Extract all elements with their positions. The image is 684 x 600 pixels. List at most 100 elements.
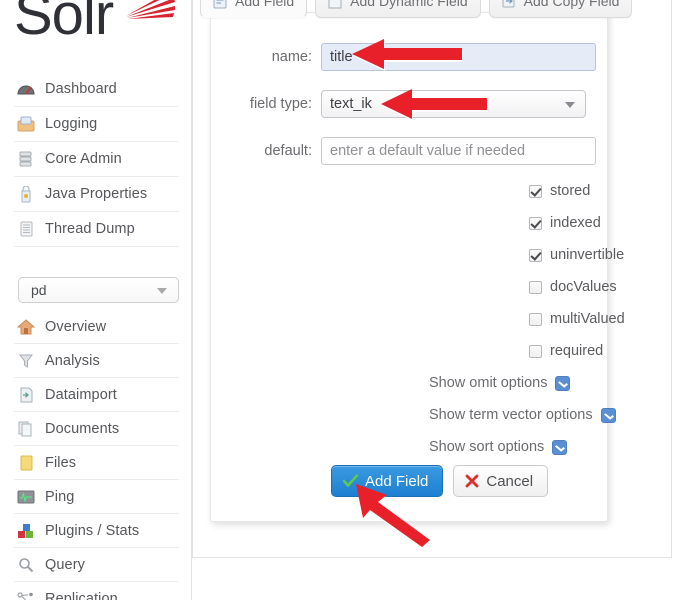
add-field-button-label: Add Field [365, 472, 429, 490]
checkbox-row-stored[interactable]: stored [529, 183, 590, 199]
add-field-icon [211, 0, 229, 10]
show-option-label: Show omit options [429, 375, 548, 391]
checkbox-label: docValues [550, 279, 617, 295]
checkbox-row-indexed[interactable]: indexed [529, 215, 601, 231]
show-term-vector-options-row[interactable]: Show term vector options [429, 407, 616, 423]
sidebar-item-label: Overview [45, 318, 107, 335]
sidebar-item-thread-dump[interactable]: Thread Dump [14, 212, 179, 247]
dashboard-icon [14, 78, 38, 100]
multivalued-checkbox[interactable] [529, 312, 542, 326]
sidebar-item-label: Logging [45, 116, 98, 132]
sidebar-item-label: Replication [45, 591, 118, 600]
checkbox-row-docvalues[interactable]: docValues [529, 279, 617, 295]
java-properties-icon [14, 183, 38, 205]
required-checkbox[interactable] [529, 344, 542, 358]
red-x-icon [465, 474, 479, 488]
default-input[interactable] [321, 137, 596, 165]
sidebar-item-label: Query [45, 556, 85, 573]
svg-text:Solr: Solr [14, 0, 114, 47]
files-folder-icon [14, 452, 38, 474]
checkbox-label: required [550, 343, 604, 359]
core-selector-dropdown[interactable]: pd [18, 277, 179, 303]
chevron-down-icon [157, 288, 167, 294]
sidebar-item-label: Core Admin [45, 151, 122, 167]
overview-home-icon [14, 316, 38, 338]
sidebar-item-label: Dashboard [45, 81, 117, 97]
sidebar-item-replication[interactable]: Replication [14, 582, 179, 600]
logging-icon [14, 113, 38, 135]
sidebar-item-analysis[interactable]: Analysis [14, 344, 179, 378]
chevron-down-icon [565, 102, 575, 108]
dialog-actions: Add Field Cancel [331, 465, 549, 497]
sidebar-item-label: Java Properties [45, 186, 148, 202]
solr-logo[interactable]: Solr [14, 0, 179, 48]
tab-label: Add Dynamic Field [350, 0, 468, 9]
sidebar-item-plugins-stats[interactable]: Plugins / Stats [14, 514, 179, 548]
sidebar-item-dashboard[interactable]: Dashboard [14, 72, 179, 107]
field-type-value: text_ik [330, 96, 372, 112]
docvalues-checkbox[interactable] [529, 280, 542, 294]
tab-label: Add Field [235, 0, 295, 9]
uninvertible-checkbox[interactable] [529, 248, 542, 262]
sidebar-item-label: Files [45, 454, 77, 471]
sidebar-item-dataimport[interactable]: Dataimport [14, 378, 179, 412]
query-magnifier-icon [14, 554, 38, 576]
add-copy-field-icon [500, 0, 518, 10]
sidebar-item-core-admin[interactable]: Core Admin [14, 142, 179, 177]
solr-admin-screen: Solr Dashboard Logging Core Admin Java P… [0, 0, 684, 600]
sidebar-item-label: Dataimport [45, 386, 117, 403]
sidebar-item-label: Documents [45, 420, 120, 437]
add-field-button[interactable]: Add Field [331, 465, 444, 497]
checkbox-label: uninvertible [550, 247, 625, 263]
core-selector-value: pd [31, 282, 47, 298]
show-option-label: Show sort options [429, 439, 545, 455]
sidebar-core-nav: Overview Analysis Dataimport Documents F… [14, 310, 179, 600]
chevron-down-toggle-icon[interactable] [600, 407, 616, 423]
stored-checkbox[interactable] [529, 184, 542, 198]
show-sort-options-row[interactable]: Show sort options [429, 439, 568, 455]
sidebar-item-documents[interactable]: Documents [14, 412, 179, 446]
sidebar-item-ping[interactable]: Ping [14, 480, 179, 514]
field-type-label: field type: [249, 96, 312, 112]
checkbox-row-uninvertible[interactable]: uninvertible [529, 247, 624, 263]
chevron-down-toggle-icon[interactable] [552, 439, 568, 455]
cancel-button[interactable]: Cancel [453, 465, 549, 497]
field-type-select[interactable]: text_ik [321, 90, 586, 118]
checkbox-row-multivalued[interactable]: multiValued [529, 311, 625, 327]
checkbox-label: indexed [550, 215, 601, 231]
tab-add-copy-field[interactable]: Add Copy Field [488, 0, 633, 18]
sidebar-item-logging[interactable]: Logging [14, 107, 179, 142]
tab-label: Add Copy Field [523, 0, 620, 9]
schema-tab-bar: Add Field Add Dynamic Field Add Copy Fie… [200, 0, 633, 18]
chevron-down-toggle-icon[interactable] [555, 375, 571, 391]
sidebar-item-label: Analysis [45, 352, 100, 369]
field-row-default: default: [211, 137, 609, 165]
documents-icon [14, 418, 38, 440]
tab-add-dynamic-field[interactable]: Add Dynamic Field [315, 0, 481, 18]
show-option-label: Show term vector options [429, 407, 593, 423]
name-input[interactable] [321, 43, 596, 71]
field-row-field-type: field type: text_ik [211, 90, 609, 118]
ping-monitor-icon [14, 486, 38, 508]
checkbox-label: multiValued [550, 311, 625, 327]
add-dynamic-field-icon [326, 0, 344, 10]
add-field-dialog: name: field type: text_ik default: store… [210, 12, 625, 522]
checkbox-row-required[interactable]: required [529, 343, 603, 359]
plugins-blocks-icon [14, 520, 38, 542]
indexed-checkbox[interactable] [529, 216, 542, 230]
cancel-button-label: Cancel [486, 472, 534, 490]
sidebar: Solr Dashboard Logging Core Admin Java P… [0, 0, 192, 600]
sidebar-item-java-properties[interactable]: Java Properties [14, 177, 179, 212]
sidebar-item-label: Thread Dump [45, 221, 135, 237]
sidebar-item-label: Ping [45, 488, 75, 505]
default-label: default: [264, 143, 312, 159]
sidebar-item-files[interactable]: Files [14, 446, 179, 480]
thread-dump-icon [14, 218, 38, 240]
sidebar-item-overview[interactable]: Overview [14, 310, 179, 344]
name-label: name: [271, 49, 312, 65]
checkbox-label: stored [550, 183, 591, 199]
dataimport-icon [14, 384, 38, 406]
tab-add-field[interactable]: Add Field [200, 0, 308, 18]
sidebar-item-query[interactable]: Query [14, 548, 179, 582]
show-omit-options-row[interactable]: Show omit options [429, 375, 571, 391]
